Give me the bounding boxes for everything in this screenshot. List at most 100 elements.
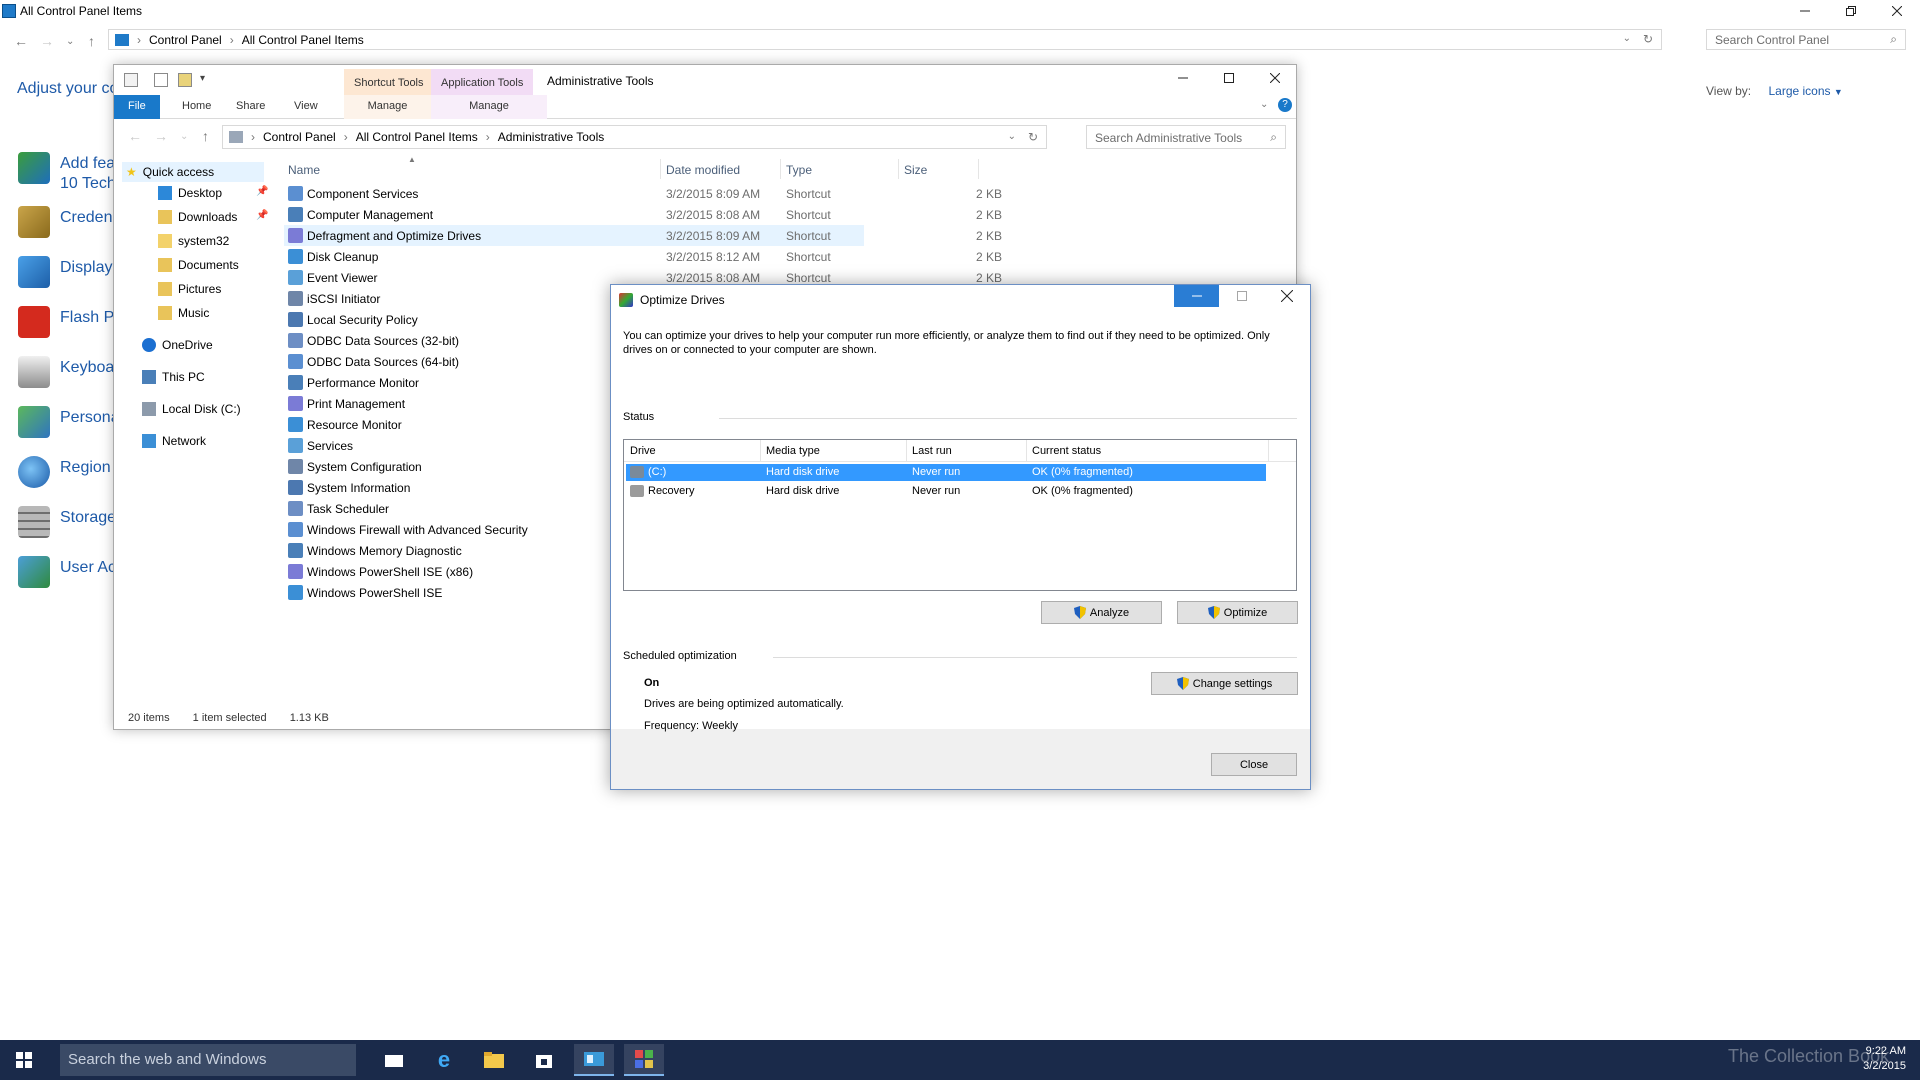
column-media-type[interactable]: Media type [766,445,820,457]
column-size[interactable]: Size [904,163,927,177]
cp-item-personalization[interactable]: Persona [18,406,120,438]
pin-icon[interactable]: 📌 [256,210,268,221]
view-by-value[interactable]: Large icons [1768,84,1830,98]
cp-item-add-features[interactable]: Add fea 10 Tech [18,152,116,194]
close-button[interactable] [1874,0,1920,22]
tab-manage-application[interactable]: Manage [431,95,547,119]
column-divider[interactable] [660,159,661,179]
file-row[interactable]: Computer Management 3/2/2015 8:08 AM Short… [284,204,1002,225]
file-row[interactable]: Windows Firewall with Advanced Security3… [284,519,723,540]
dialog-maximize-button[interactable] [1219,285,1264,307]
column-divider[interactable] [1268,440,1269,462]
recent-locations-icon[interactable]: ⌄ [180,131,188,142]
tab-view[interactable]: View [280,95,332,119]
file-row[interactable]: Task Scheduler3/2/2015 8 [284,498,723,519]
breadcrumb-control-panel[interactable]: Control Panel [149,33,222,47]
file-row[interactable]: Windows Memory Diagnostic3/2/2015 8 [284,540,723,561]
dialog-minimize-button[interactable] [1174,285,1219,307]
up-arrow-icon[interactable]: ↑ [202,128,209,144]
column-divider[interactable] [780,159,781,179]
up-arrow-icon[interactable]: ↑ [88,33,95,49]
properties-icon[interactable] [124,73,138,87]
change-settings-button[interactable]: Change settings [1151,672,1298,695]
view-by[interactable]: View by: Large icons ▼ [1706,84,1843,98]
explorer-maximize-button[interactable] [1206,67,1252,89]
taskbar-optimize-drives[interactable] [624,1044,664,1076]
search-icon[interactable]: ⌕ [1270,130,1277,145]
minimize-button[interactable] [1782,0,1828,22]
address-bar[interactable]: › Control Panel › All Control Panel Item… [108,29,1662,50]
column-divider[interactable] [978,159,979,179]
tab-manage-shortcut[interactable]: Manage [344,95,431,119]
refresh-icon[interactable]: ↻ [1028,130,1038,144]
breadcrumb-all-items[interactable]: All Control Panel Items [242,33,364,47]
customize-quick-access-icon[interactable]: ▾ [200,73,205,84]
breadcrumb-all-items[interactable]: All Control Panel Items [356,130,478,144]
taskbar-ie[interactable]: e [424,1044,464,1076]
cp-item-storage-spaces[interactable]: Storage [18,506,116,538]
new-document-icon[interactable] [154,73,168,87]
search-control-panel-input[interactable]: Search Control Panel ⌕ [1706,29,1906,50]
nav-music[interactable]: Music [158,306,209,320]
taskbar-control-panel[interactable] [574,1044,614,1076]
cp-item-display[interactable]: Display [18,256,112,288]
restore-button[interactable] [1828,0,1874,22]
column-divider[interactable] [906,440,907,462]
cp-item-keyboard[interactable]: Keyboa [18,356,114,388]
breadcrumb-control-panel[interactable]: Control Panel [263,130,336,144]
tab-home[interactable]: Home [168,95,225,119]
tab-share[interactable]: Share [222,95,279,119]
system-clock[interactable]: 9:22 AM 3/2/2015 [1852,1044,1906,1074]
nav-pictures[interactable]: Pictures [158,282,221,296]
file-row[interactable]: Local Security Policy3/2/2015 8 [284,309,723,330]
drive-row[interactable]: (C:) Hard disk drive Never run OK (0% fr… [626,464,1266,481]
file-row[interactable]: Resource Monitor3/2/2015 8 [284,414,723,435]
nav-system32[interactable]: system32 [158,234,229,248]
file-row[interactable]: Defragment and Optimize Drives 3/2/2015 8… [284,225,1002,246]
new-folder-icon[interactable] [178,73,192,87]
nav-this-pc[interactable]: This PC [142,370,205,384]
taskbar-file-explorer[interactable] [474,1044,514,1076]
explorer-minimize-button[interactable] [1160,67,1206,89]
breadcrumb-admin-tools[interactable]: Administrative Tools [498,130,605,144]
chevron-down-icon[interactable]: ⌄ [1008,131,1016,142]
cp-item-flash-player[interactable]: Flash Pl [18,306,118,338]
drive-list[interactable]: Drive Media type Last run Current status… [623,439,1297,591]
dialog-close-button[interactable] [1264,285,1309,307]
optimize-button[interactable]: Optimize [1177,601,1298,624]
nav-quick-access[interactable]: ★ Quick access [122,162,264,182]
caret-down-icon[interactable]: ▼ [1834,87,1843,97]
file-row[interactable]: ODBC Data Sources (64-bit)3/2/2015 8 [284,351,723,372]
column-divider[interactable] [898,159,899,179]
search-icon[interactable]: ⌕ [1890,32,1897,47]
close-dialog-button[interactable]: Close [1211,753,1297,776]
file-row[interactable]: Services3/2/2015 8 [284,435,723,456]
file-row[interactable]: Windows PowerShell ISE3/2/2015 8 [284,582,723,603]
forward-arrow-icon[interactable]: → [154,128,168,144]
file-row[interactable]: Component Services 3/2/2015 8:09 AM Shortc… [284,183,1002,204]
file-row[interactable]: Performance Monitor3/2/2015 8 [284,372,723,393]
start-button[interactable] [0,1040,48,1080]
nav-documents[interactable]: Documents [158,258,239,272]
refresh-icon[interactable]: ↻ [1643,32,1653,46]
taskbar-search-box[interactable]: Search the web and Windows [60,1044,356,1076]
pin-icon[interactable]: 📌 [256,186,268,197]
file-row[interactable]: System Configuration3/2/2015 8 [284,456,723,477]
tab-file[interactable]: File [114,95,160,119]
column-name[interactable]: Name [288,163,320,177]
nav-local-disk[interactable]: Local Disk (C:) [142,402,241,416]
search-admin-tools-input[interactable]: Search Administrative Tools ⌕ [1086,125,1286,149]
file-row[interactable]: System Information3/2/2015 8 [284,477,723,498]
help-icon[interactable]: ? [1278,98,1292,112]
file-row[interactable]: iSCSI Initiator3/2/2015 8 [284,288,723,309]
explorer-address-bar[interactable]: › Control Panel › All Control Panel Item… [222,125,1047,149]
column-type[interactable]: Type [786,163,812,177]
cp-item-region[interactable]: Region [18,456,111,488]
file-row[interactable]: ODBC Data Sources (32-bit)3/2/2015 8 [284,330,723,351]
task-view-button[interactable] [374,1044,414,1076]
cp-item-user-accounts[interactable]: User Ac [18,556,116,588]
column-date-modified[interactable]: Date modified [666,163,740,177]
back-arrow-icon[interactable]: ← [14,33,28,49]
nav-desktop[interactable]: Desktop [158,186,222,200]
forward-arrow-icon[interactable]: → [40,33,54,49]
